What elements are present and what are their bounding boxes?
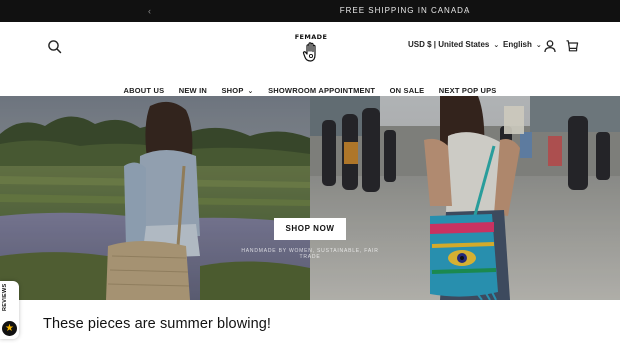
main-nav: ABOUT US NEW IN SHOP ⌄ SHOWROOM APPOINTME… (0, 80, 620, 95)
nav-shop-label: SHOP (221, 86, 244, 95)
chevron-right-icon[interactable]: › (465, 0, 468, 22)
search-icon (48, 40, 62, 54)
account-icon (544, 40, 556, 53)
currency-label: USD $ | United States (408, 40, 490, 49)
hand-logo-icon (302, 42, 316, 62)
chevron-left-icon[interactable]: ‹ (148, 0, 151, 22)
nav-next-pop-ups[interactable]: NEXT POP UPS (439, 86, 497, 95)
chevron-down-icon: ⌄ (247, 88, 254, 95)
star-icon: ★ (2, 321, 17, 336)
hero-tagline: HANDMADE BY WOMEN, SUSTAINABLE, FAIR TRA… (241, 248, 379, 260)
nav-showroom-appointment[interactable]: SHOWROOM APPOINTMENT (268, 86, 375, 95)
nav-on-sale[interactable]: ON SALE (390, 86, 425, 95)
language-selector[interactable]: English ⌄ (503, 40, 542, 49)
shop-now-button[interactable]: SHOP NOW (274, 218, 346, 240)
reviews-tab[interactable]: REVIEWS ★ (0, 281, 19, 339)
chevron-down-icon: ⌄ (493, 42, 500, 49)
logo[interactable]: FEMADE (294, 33, 328, 65)
account-button[interactable] (543, 39, 557, 53)
nav-new-in[interactable]: NEW IN (179, 86, 207, 95)
search-button[interactable] (46, 38, 64, 56)
site-header: FEMADE USD $ | United States ⌄ English ⌄ A… (0, 22, 620, 96)
logo-wordmark: FEMADE (294, 33, 328, 41)
cart-button[interactable] (565, 39, 579, 53)
announcement-bar: ‹ FREE SHIPPING IN CANADA › (0, 0, 620, 22)
hero-banner: SHOP NOW HANDMADE BY WOMEN, SUSTAINABLE,… (0, 96, 620, 300)
chevron-down-icon: ⌄ (535, 42, 542, 49)
cart-icon (566, 40, 579, 52)
announcement-message[interactable]: FREE SHIPPING IN CANADA (300, 0, 510, 22)
reviews-label: REVIEWS (2, 283, 8, 311)
hero-image (0, 96, 620, 300)
nav-about-us[interactable]: ABOUT US (124, 86, 165, 95)
section-title: These pieces are summer blowing! (43, 316, 272, 332)
language-label: English (503, 40, 532, 49)
currency-selector[interactable]: USD $ | United States ⌄ (408, 40, 499, 49)
nav-shop[interactable]: SHOP ⌄ (221, 86, 253, 95)
